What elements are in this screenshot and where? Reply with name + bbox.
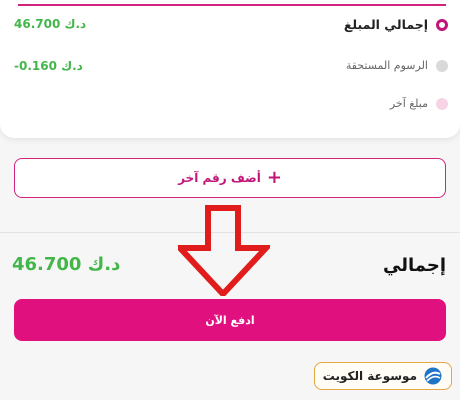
radio-unselected-icon[interactable]	[436, 59, 448, 72]
watermark-badge: موسوعة الكويت	[313, 362, 452, 390]
option-other-amount[interactable]: مبلغ آخر	[390, 97, 448, 110]
option-label-due-fees: الرسوم المستحقة	[345, 59, 428, 72]
add-another-number-button[interactable]: + أضف رقم آخر	[14, 158, 446, 198]
add-another-number-label: أضف رقم آخر	[178, 171, 261, 185]
card-top-divider	[18, 4, 446, 6]
due-fees-value: -0.160 د.ك	[14, 59, 83, 73]
option-total-amount[interactable]: إجمالي المبلغ	[344, 17, 448, 32]
total-amount-value: 46.700 د.ك	[14, 17, 87, 31]
watermark-text: موسوعة الكويت	[322, 369, 417, 383]
arrow-down-icon	[178, 205, 270, 296]
total-value: 46.700 د.ك	[12, 254, 121, 275]
option-due-fees[interactable]: الرسوم المستحقة	[346, 59, 448, 72]
plus-icon: +	[266, 167, 282, 188]
option-label-total-amount: إجمالي المبلغ	[343, 17, 428, 32]
option-label-other-amount: مبلغ آخر	[389, 97, 428, 110]
globe-logo-icon	[424, 367, 442, 385]
radio-unselected-icon[interactable]	[436, 97, 448, 110]
pay-now-label: ادفع الآن	[205, 313, 255, 327]
total-label: إجمالي	[383, 255, 446, 276]
pay-now-button[interactable]: ادفع الآن	[14, 299, 446, 341]
radio-selected-icon[interactable]	[436, 18, 448, 31]
amount-summary-card: إجمالي المبلغ 46.700 د.ك الرسوم المستحقة…	[0, 0, 460, 138]
